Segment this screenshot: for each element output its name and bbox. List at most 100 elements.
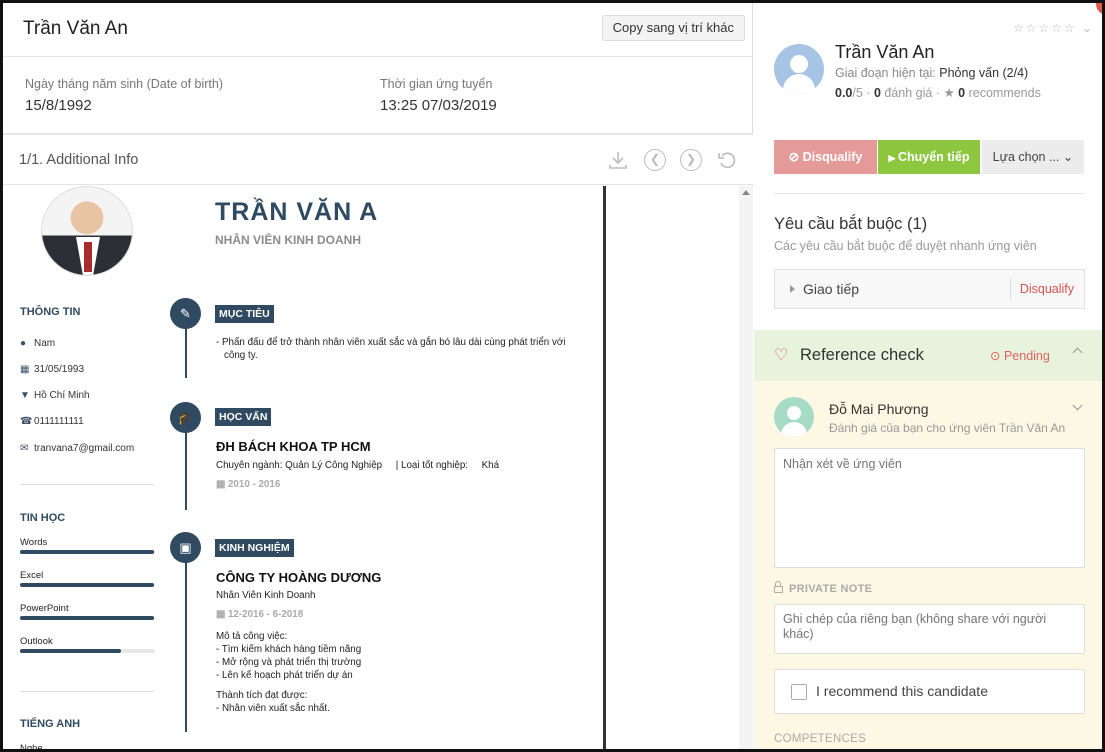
dob-value: 15/8/1992: [25, 97, 92, 114]
cv-role: NHÂN VIÊN KINH DOANH: [215, 233, 362, 247]
education-heading: HỌC VẤN: [215, 408, 272, 426]
cv-it-heading: TIN HỌC: [20, 512, 66, 524]
reviewer-avatar: [774, 397, 814, 437]
edit-icon: ✎: [170, 298, 201, 329]
pending-status: ⊙ Pending: [990, 349, 1050, 363]
requirements-title: Yêu cầu bắt buộc (1): [774, 215, 928, 233]
profile-name: Trần Văn An: [835, 42, 935, 62]
cv-page: TRẦN VĂN A NHÂN VIÊN KINH DOANH THÔNG TI…: [3, 186, 606, 752]
ban-icon: ⊘: [788, 150, 803, 164]
recommend-label: I recommend this candidate: [816, 683, 988, 699]
cv-email: ✉ tranvana7@gmail.com: [20, 443, 135, 454]
skill-bar: [20, 583, 155, 587]
chevron-down-icon[interactable]: ⌄: [1082, 21, 1094, 35]
download-icon[interactable]: [607, 149, 629, 171]
options-dropdown[interactable]: Lựa chọn ... ⌄: [982, 140, 1084, 174]
caret-right-icon[interactable]: [790, 285, 795, 293]
skill-name: PowerPoint: [20, 603, 69, 614]
skill-name: Outlook: [20, 636, 53, 647]
forward-button[interactable]: ▶ Chuyển tiếp: [878, 140, 980, 174]
experience-dates: ▦ 12-2016 - 6-2018: [216, 609, 304, 620]
envelope-icon: ✉: [20, 443, 29, 454]
skill-bar: [20, 649, 155, 653]
rotate-icon[interactable]: [716, 149, 738, 171]
chevron-down-icon: ⌄: [1059, 150, 1074, 164]
profile-stage: Giai đoạn hiện tại: Phỏng vấn (2/4): [835, 66, 1029, 80]
objective-text: - Phấn đấu để trở thành nhân viên xuất s…: [216, 337, 566, 361]
briefcase-icon: ▣: [170, 532, 201, 563]
recommend-checkbox-row[interactable]: I recommend this candidate: [774, 669, 1085, 714]
cv-scrollbar[interactable]: [739, 186, 753, 749]
school-name: ĐH BÁCH KHOA TP HCM: [216, 439, 371, 454]
lock-icon: [774, 581, 783, 593]
job-description: Mô tả công việc: - Tìm kiếm khách hàng t…: [216, 631, 362, 681]
timeline-line: [185, 326, 187, 378]
cv-info-heading: THÔNG TIN: [20, 306, 81, 318]
cv-english-heading: TIẾNG ANH: [20, 718, 81, 730]
candidate-detail-pane: Trần Văn An Copy sang vị trí khác Ngày t…: [3, 3, 753, 752]
copy-to-position-button[interactable]: Copy sang vị trí khác: [601, 15, 745, 41]
chevron-down-icon[interactable]: [1072, 400, 1083, 411]
company-name: CÔNG TY HOÀNG DƯƠNG: [216, 570, 382, 585]
profile-score: 0.0/5 · 0 đánh giá · ★ 0 recommends: [835, 86, 1041, 100]
skill-bar: [20, 616, 155, 620]
attachment-toolbar: 1/1. Additional Info ❮ ❯: [3, 135, 753, 185]
candidate-sidebar: ☆☆☆☆☆ ⌄ Trần Văn An Giai đoạn hiện tại: …: [754, 3, 1102, 749]
chevron-up-icon[interactable]: [1072, 347, 1083, 358]
calendar-icon: ▦: [20, 364, 30, 375]
requirement-item[interactable]: Giao tiếp Disqualify: [774, 269, 1085, 309]
reference-check-header[interactable]: ♡ Reference check ⊙ Pending: [754, 330, 1102, 381]
achievements: Thành tích đạt được: - Nhân viên xuất sắ…: [216, 690, 330, 714]
graduation-cap-icon: 🎓: [170, 402, 201, 433]
cv-name: TRẦN VĂN A: [215, 198, 379, 226]
applied-time-label: Thời gian ứng tuyển: [380, 77, 493, 91]
dob-label: Ngày tháng năm sinh (Date of birth): [25, 77, 224, 91]
timeline-line: [185, 430, 187, 510]
candidate-name: Trần Văn An: [23, 18, 128, 39]
cv-gender: ● Nam: [20, 338, 56, 349]
divider: [20, 484, 154, 485]
attachment-title: 1/1. Additional Info: [19, 152, 139, 168]
clock-icon: ⊙: [990, 349, 1004, 363]
candidate-header: Trần Văn An Copy sang vị trí khác: [3, 3, 753, 57]
cv-birthday: ▦ 31/05/1993: [20, 364, 85, 375]
applied-time-value: 13:25 07/03/2019: [380, 97, 497, 114]
disqualify-button[interactable]: ⊘ Disqualify: [774, 140, 877, 174]
divider: [20, 691, 154, 692]
reviewer-name: Đỗ Mai Phương: [829, 401, 929, 417]
competences-label: COMPETENCES: [774, 733, 867, 745]
english-sub: Nghe: [20, 743, 43, 752]
major: Chuyên ngành: Quản Lý Công Nghiệp | Loại…: [216, 460, 500, 471]
requirements-subtitle: Các yêu cầu bắt buộc để duyệt nhanh ứng …: [774, 239, 1037, 253]
calendar-icon: ▦: [216, 479, 228, 490]
calendar-icon: ▦: [216, 609, 228, 620]
requirement-disqualify-link[interactable]: Disqualify: [1020, 282, 1074, 296]
recommend-checkbox[interactable]: [791, 684, 807, 700]
private-note-textarea[interactable]: [774, 604, 1085, 654]
cv-location: ▼ Hồ Chí Minh: [20, 390, 90, 401]
job-position: Nhân Viên Kinh Doanh: [216, 590, 316, 601]
skill-name: Excel: [20, 570, 44, 581]
next-icon[interactable]: ❯: [680, 149, 702, 171]
cv-photo: [41, 186, 133, 276]
education-dates: ▦ 2010 - 2016: [216, 479, 281, 490]
requirement-label: Giao tiếp: [803, 281, 860, 297]
reference-check-title: Reference check: [800, 346, 924, 364]
user-icon: ●: [20, 338, 27, 349]
map-pin-icon: ▼: [20, 390, 30, 401]
experience-heading: KINH NGHIỆM: [215, 539, 294, 557]
play-icon: ▶: [888, 153, 898, 163]
previous-icon[interactable]: ❮: [644, 149, 666, 171]
heart-icon: ♡: [774, 347, 789, 364]
rating-stars[interactable]: ☆☆☆☆☆ ⌄: [1013, 21, 1094, 35]
comment-textarea[interactable]: [774, 448, 1085, 568]
skill-name: Words: [20, 537, 48, 548]
timeline-line: [185, 562, 187, 732]
thumbs-up-icon: ★: [943, 86, 955, 100]
private-note-label: PRIVATE NOTE: [774, 581, 872, 595]
reference-check-section: ♡ Reference check ⊙ Pending Đỗ Mai Phươn…: [754, 330, 1102, 749]
candidate-avatar: [774, 44, 824, 94]
objective-heading: MỤC TIÊU: [215, 305, 274, 323]
candidate-meta: Ngày tháng năm sinh (Date of birth) 15/8…: [3, 57, 753, 135]
skill-bar: [20, 550, 155, 554]
